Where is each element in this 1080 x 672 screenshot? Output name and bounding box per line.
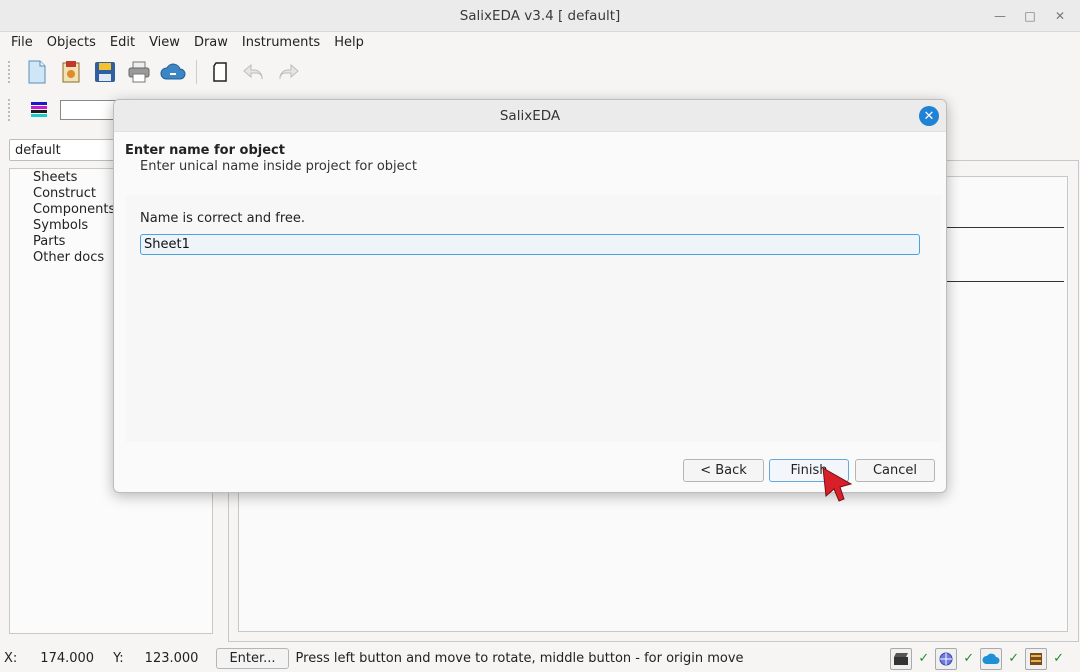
menu-edit[interactable]: Edit — [103, 35, 142, 50]
dialog-heading: Enter name for object — [125, 143, 285, 158]
toolbar-grip[interactable] — [8, 61, 12, 83]
undo-icon[interactable] — [239, 57, 269, 87]
dialog-title: SalixEDA — [499, 107, 561, 124]
x-value: 174.000 — [40, 651, 95, 666]
cloud-sync-icon[interactable] — [980, 647, 1003, 670]
canvas-line — [946, 281, 1064, 282]
menu-instruments[interactable]: Instruments — [235, 35, 327, 50]
window-controls: — □ ✕ — [988, 6, 1072, 26]
check-icon: ✓ — [1053, 651, 1064, 666]
close-icon[interactable]: ✕ — [919, 106, 939, 126]
main-toolbar — [0, 55, 1080, 89]
library-icon[interactable] — [1025, 647, 1048, 670]
dialog-title-bar: SalixEDA ✕ — [114, 100, 946, 132]
cloud-icon[interactable] — [158, 57, 188, 87]
menu-bar: File Objects Edit View Draw Instruments … — [0, 32, 1080, 52]
mouse-cursor-icon — [822, 467, 853, 502]
cancel-button[interactable]: Cancel — [855, 459, 935, 482]
window-title: SalixEDA v3.4 [ default] — [459, 7, 621, 24]
close-icon[interactable]: ✕ — [1048, 6, 1072, 26]
dialog-subheading: Enter unical name inside project for obj… — [140, 159, 417, 174]
check-icon: ✓ — [963, 651, 975, 666]
enter-button[interactable]: Enter... — [216, 648, 289, 669]
y-value: 123.000 — [144, 651, 199, 666]
menu-view[interactable]: View — [142, 35, 187, 50]
toolbar-separator — [196, 60, 197, 84]
maximize-icon[interactable]: □ — [1018, 6, 1042, 26]
globe-icon[interactable] — [935, 647, 958, 670]
page-icon[interactable] — [205, 57, 235, 87]
name-object-dialog: SalixEDA ✕ Enter name for object Enter u… — [113, 99, 947, 493]
check-icon: ✓ — [918, 651, 930, 666]
back-button[interactable]: < Back — [683, 459, 764, 482]
x-label: X: — [4, 651, 18, 666]
object-name-input[interactable] — [140, 234, 920, 255]
layers-icon[interactable] — [24, 95, 54, 125]
redo-icon[interactable] — [273, 57, 303, 87]
status-indicators: ✓ ✓ ✓ ✓ — [890, 647, 1080, 670]
clapper-icon[interactable] — [890, 647, 913, 670]
status-bar: X: 174.000 Y: 123.000 Enter... Press lef… — [0, 645, 1080, 672]
print-icon[interactable] — [124, 57, 154, 87]
new-document-icon[interactable] — [22, 57, 52, 87]
minimize-icon[interactable]: — — [988, 6, 1012, 26]
y-label: Y: — [113, 651, 124, 666]
validation-message: Name is correct and free. — [140, 211, 306, 226]
menu-help[interactable]: Help — [327, 35, 371, 50]
project-select[interactable]: default — [9, 139, 129, 161]
dialog-body: Name is correct and free. — [126, 195, 942, 442]
status-message: Press left button and move to rotate, mi… — [295, 651, 744, 666]
open-project-icon[interactable] — [56, 57, 86, 87]
menu-draw[interactable]: Draw — [187, 35, 235, 50]
canvas-line — [946, 227, 1064, 228]
menu-objects[interactable]: Objects — [40, 35, 103, 50]
dialog-header: Enter name for object Enter unical name … — [114, 132, 946, 174]
menu-file[interactable]: File — [4, 35, 40, 50]
toolbar-grip[interactable] — [8, 99, 12, 121]
check-icon: ✓ — [1008, 651, 1020, 666]
save-icon[interactable] — [90, 57, 120, 87]
title-bar: SalixEDA v3.4 [ default] — □ ✕ — [0, 0, 1080, 32]
